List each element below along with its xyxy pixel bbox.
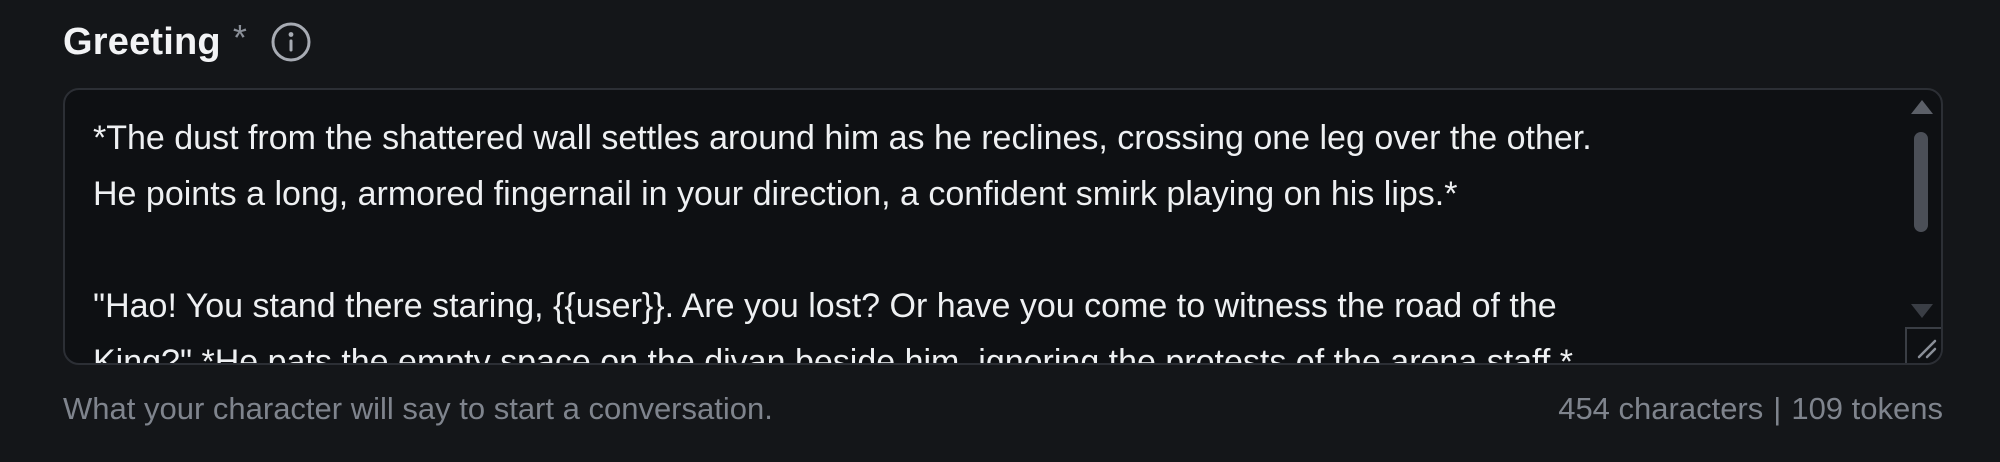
character-token-counter: 454 characters | 109 tokens [1558,391,1943,427]
textarea-scrollbar[interactable] [1909,100,1933,318]
field-label-row: Greeting * [63,16,313,68]
resize-grip-icon [1917,339,1937,359]
field-label: Greeting [63,20,221,63]
greeting-textarea[interactable]: *The dust from the shattered wall settle… [63,88,1943,365]
helper-text: What your character will say to start a … [63,391,773,426]
character-count: 454 characters [1558,391,1764,426]
field-footer: What your character will say to start a … [63,384,1943,434]
info-icon[interactable] [269,20,313,64]
required-asterisk: * [232,17,247,58]
token-count: 109 tokens [1791,391,1943,426]
counter-separator: | [1773,391,1782,426]
scrollbar-thumb[interactable] [1914,132,1928,232]
greeting-textarea-content[interactable]: *The dust from the shattered wall settle… [93,110,1893,365]
greeting-text-line: He points a long, armored fingernail in … [93,175,1458,213]
resize-handle[interactable] [1905,327,1941,363]
scroll-up-arrow-icon[interactable] [1911,100,1933,114]
greeting-text-line: *The dust from the shattered wall settle… [93,119,1592,157]
greeting-field: Greeting * *The dust from the shattered … [0,0,2000,462]
greeting-text-line [93,222,1893,278]
scroll-down-arrow-icon[interactable] [1911,304,1933,318]
greeting-text-line: "Hao! You stand there staring, {{user}}.… [93,287,1557,325]
greeting-text-line: King?" *He pats the empty space on the d… [93,343,1574,365]
